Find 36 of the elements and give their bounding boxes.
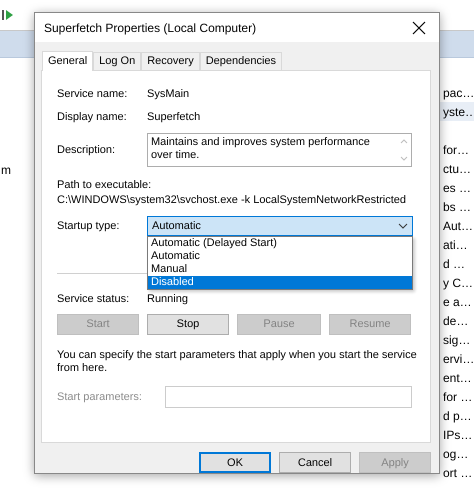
dropdown-option[interactable]: Manual bbox=[148, 262, 412, 276]
field-label: Start parameters: bbox=[57, 390, 143, 403]
dropdown-option[interactable]: Disabled bbox=[148, 276, 412, 289]
field-label: Display name: bbox=[57, 110, 128, 123]
pane-text: m bbox=[0, 163, 12, 177]
field-label: Service name: bbox=[57, 88, 128, 100]
dialog-button[interactable]: Cancel bbox=[279, 452, 351, 473]
chevron-icon bbox=[398, 222, 408, 229]
field-label: Path to executable: bbox=[57, 178, 152, 191]
description-text: ent… bbox=[443, 370, 472, 384]
hint-text: You can specify the start parameters that apply when you start the service from here. bbox=[57, 348, 417, 375]
dialog-button[interactable]: OK bbox=[199, 452, 271, 473]
pause-play-icon[interactable] bbox=[2, 9, 14, 21]
field-label: Service status: bbox=[57, 292, 130, 305]
description-text: IPs… bbox=[443, 428, 472, 442]
tab[interactable]: General bbox=[42, 50, 94, 71]
dialog-title: Superfetch Properties (Local Computer) bbox=[44, 20, 256, 35]
startup-type-dropdown[interactable]: Automatic bbox=[147, 216, 413, 236]
service-status-value: Running bbox=[147, 292, 188, 305]
description-text: ctu… bbox=[443, 162, 472, 176]
field-label: Description: bbox=[57, 144, 116, 156]
dropdown-option[interactable]: Automatic (Delayed Start) bbox=[148, 236, 412, 250]
tab[interactable]: Dependencies bbox=[200, 52, 282, 70]
service-name-value: SysMain bbox=[147, 88, 190, 100]
description-text: yste… bbox=[443, 104, 474, 118]
field-label: Startup type: bbox=[57, 220, 120, 232]
description-box[interactable]: Maintains and improves system performance over time. bbox=[147, 132, 412, 167]
tab[interactable]: Log On bbox=[93, 52, 142, 70]
path-value: C:\WINDOWS\system32\svchost.exe -k LocalSystemNetworkRestricted bbox=[57, 194, 408, 206]
description-text: d p… bbox=[443, 408, 472, 422]
display-name-value: Superfetch bbox=[147, 110, 200, 123]
tab[interactable]: Recovery bbox=[141, 52, 200, 70]
dropdown-option[interactable]: Automatic bbox=[148, 250, 412, 263]
description-text: sig… bbox=[443, 332, 470, 346]
service-button[interactable]: Stop bbox=[147, 314, 229, 335]
close-icon bbox=[412, 20, 426, 35]
